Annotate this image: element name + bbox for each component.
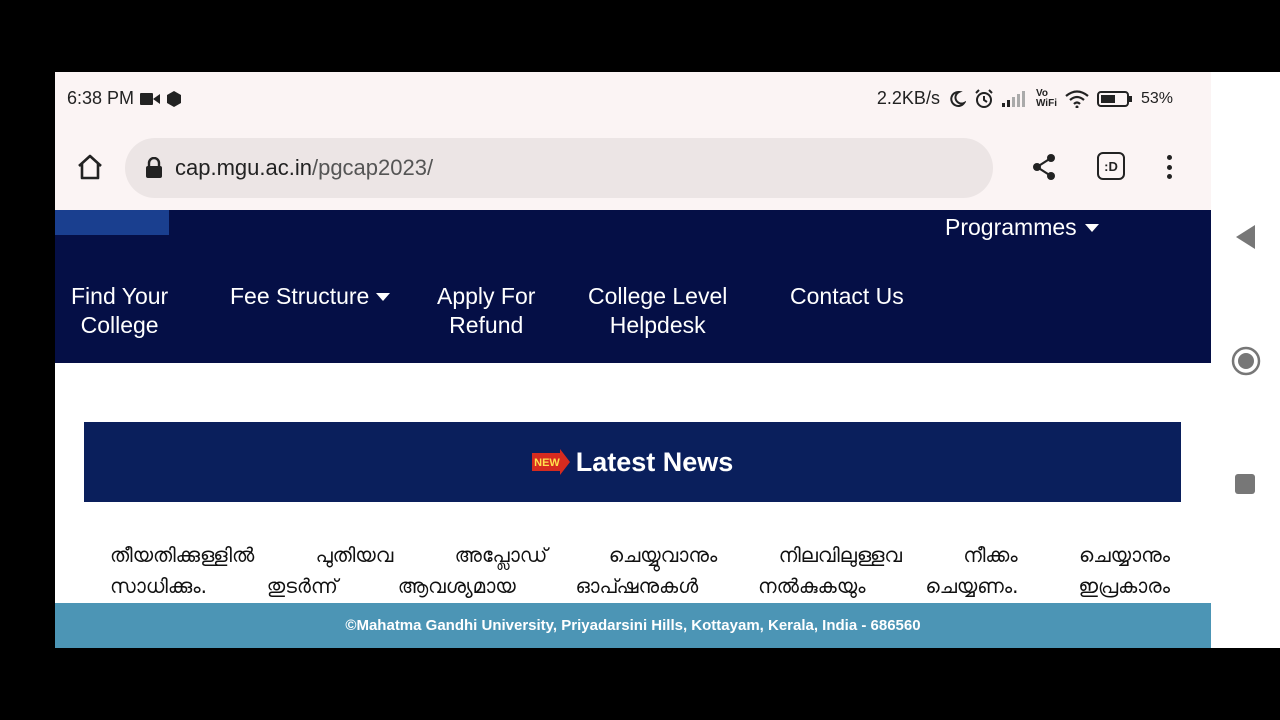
wifi-icon <box>1065 89 1089 108</box>
nav-label: College Level <box>588 283 728 309</box>
caret-down-icon <box>1084 223 1099 232</box>
nav-label: Find Your <box>71 283 169 309</box>
lock-icon <box>146 157 162 178</box>
tab-switcher-button[interactable]: :D <box>1097 152 1125 180</box>
home-circle-icon <box>1231 346 1261 376</box>
address-bar[interactable]: cap.mgu.ac.in/pgcap2023/ <box>125 138 993 198</box>
share-button[interactable] <box>1029 152 1059 182</box>
webpage: Programmes Find Your College Fee Structu… <box>55 210 1211 648</box>
nav-item-college-level-helpdesk[interactable]: College Level Helpdesk <box>588 282 727 340</box>
nav-label: Apply For <box>437 283 536 309</box>
dot <box>1166 155 1172 160</box>
home-icon <box>78 154 102 180</box>
footer-text: ©Mahatma Gandhi University, Priyadarsini… <box>345 617 921 634</box>
network-speed: 2.2KB/s <box>876 88 940 108</box>
svg-text:NEW: NEW <box>534 457 560 469</box>
nav-label: Refund <box>449 312 524 338</box>
news-line: സാധിക്കും. തുടർന്ന് ആവശ്യമായ ഓപ്ഷനുകൾ നൽ… <box>110 574 1170 598</box>
browser-toolbar: cap.mgu.ac.in/pgcap2023/ :D <box>55 128 1211 210</box>
android-navigation-bar <box>1211 72 1280 648</box>
alarm-icon <box>974 88 994 109</box>
moon-icon <box>948 90 966 108</box>
back-button[interactable] <box>1235 224 1257 255</box>
nav-item-find-your-college[interactable]: Find Your College <box>71 282 168 340</box>
nav-label: Contact Us <box>790 283 904 309</box>
nav-item-programmes[interactable]: Programmes <box>945 214 1099 241</box>
status-bar: 6:38 PM 2.2KB/s Vo WiFi 53% <box>55 72 1211 128</box>
news-body: തീയതിക്കുള്ളിൽ പുതിയവ അപ്ലോഡ് ചെയ്യുവാനു… <box>110 540 1170 602</box>
url-text: cap.mgu.ac.in/pgcap2023/ <box>175 155 434 180</box>
video-camera-icon <box>140 92 161 106</box>
signal-icon <box>1001 90 1028 107</box>
phone-screen: 6:38 PM 2.2KB/s Vo WiFi 53% cap.mgu.ac.i… <box>55 72 1211 648</box>
nav-label: College <box>80 312 159 338</box>
main-navigation: Programmes Find Your College Fee Structu… <box>55 210 1211 363</box>
more-menu-button[interactable] <box>1159 152 1179 182</box>
nav-label: Fee Structure <box>230 283 370 309</box>
latest-news-header: NEW Latest News <box>84 422 1181 502</box>
dot <box>1166 164 1172 170</box>
clock: 6:38 PM <box>67 88 135 108</box>
nav-item-contact-us[interactable]: Contact Us <box>790 282 904 311</box>
battery-icon <box>1096 90 1133 108</box>
dot <box>1166 174 1172 179</box>
nav-item-fee-structure[interactable]: Fee Structure <box>230 282 391 311</box>
back-triangle-icon <box>1236 225 1255 249</box>
nav-item-apply-for-refund[interactable]: Apply For Refund <box>437 282 535 340</box>
share-icon <box>1033 154 1055 180</box>
vowifi-icon: Vo WiFi <box>1035 87 1057 109</box>
home-button[interactable] <box>75 152 105 182</box>
battery-percent: 53% <box>1140 89 1173 107</box>
hexagon-icon <box>166 90 182 107</box>
nav-accent-block <box>55 210 169 235</box>
nav-label: Programmes <box>945 214 1077 240</box>
new-badge-icon: NEW <box>531 449 570 475</box>
news-line: തീയതിക്കുള്ളിൽ പുതിയവ അപ്ലോഡ് ചെയ്യുവാനു… <box>110 543 1170 567</box>
nav-label: Helpdesk <box>609 312 706 338</box>
recents-button[interactable] <box>1235 474 1255 494</box>
home-nav-button[interactable] <box>1231 346 1261 381</box>
latest-news-title: Latest News <box>575 446 734 477</box>
footer: ©Mahatma Gandhi University, Priyadarsini… <box>55 603 1211 648</box>
caret-down-icon <box>376 292 391 301</box>
